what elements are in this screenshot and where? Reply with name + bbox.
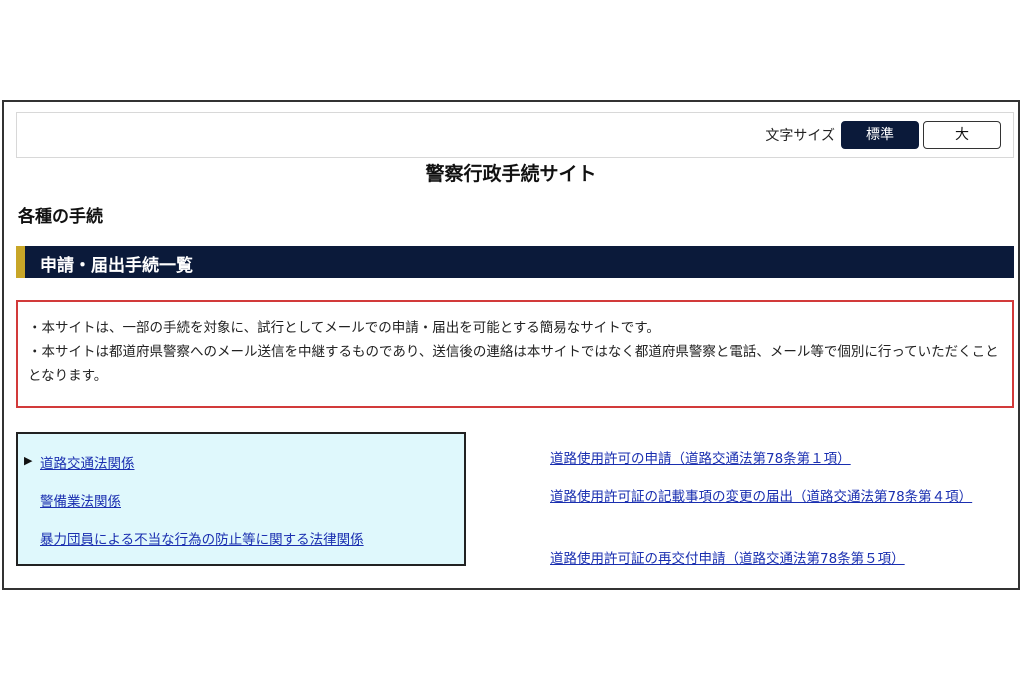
selected-arrow-icon: ▶ <box>24 454 33 467</box>
procedure-link-permit-reissue[interactable]: 道路使用許可証の再交付申請（道路交通法第78条第５項） <box>550 548 1000 570</box>
procedure-link-permit-change-notice[interactable]: 道路使用許可証の記載事項の変更の届出（道路交通法第78条第４項） <box>550 486 990 508</box>
notice-line-2: ・本サイトは都道府県警察へのメール送信を中継するものであり、送信後の連絡は本サイ… <box>28 344 999 384</box>
procedure-link-road-use-permit[interactable]: 道路使用許可の申請（道路交通法第78条第１項） <box>550 448 1000 470</box>
font-size-toolbar: 文字サイズ 標準 大 <box>16 112 1014 158</box>
category-anti-boryokudan-act[interactable]: 暴力団員による不当な行為の防止等に関する法律関係 <box>40 528 364 548</box>
category-panel: ▶ 道路交通法関係 警備業法関係 暴力団員による不当な行為の防止等に関する法律関… <box>16 432 466 566</box>
notice-box: ・本サイトは、一部の手続を対象に、試行としてメールでの申請・届出を可能とする簡易… <box>16 300 1014 408</box>
site-title: 警察行政手続サイト <box>425 163 597 185</box>
category-security-services-act[interactable]: 警備業法関係 <box>40 490 121 510</box>
banner-accent-bar <box>16 246 25 278</box>
procedure-list-banner: 申請・届出手続一覧 <box>16 246 1014 278</box>
section-heading: 各種の手続 <box>18 207 103 227</box>
font-size-large-button[interactable]: 大 <box>923 121 1001 149</box>
banner-title: 申請・届出手続一覧 <box>40 256 193 276</box>
notice-line-1: ・本サイトは、一部の手続を対象に、試行としてメールでの申請・届出を可能とする簡易… <box>28 320 660 336</box>
page-frame: 文字サイズ 標準 大 警察行政手続サイト 各種の手続 申請・届出手続一覧 ・本サ… <box>2 100 1020 590</box>
font-size-standard-button[interactable]: 標準 <box>841 121 919 149</box>
category-road-traffic-act[interactable]: 道路交通法関係 <box>40 452 135 472</box>
font-size-label: 文字サイズ <box>765 128 835 144</box>
